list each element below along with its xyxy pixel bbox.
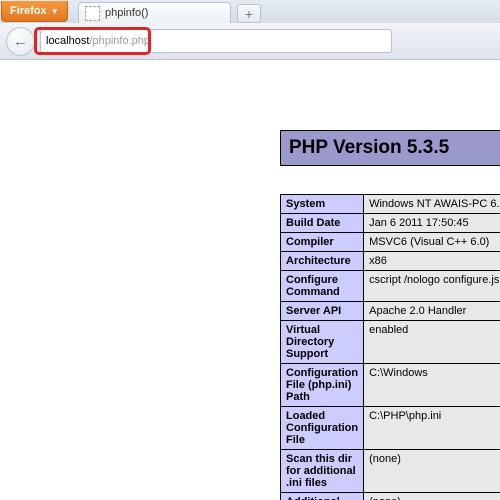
config-value: Apache 2.0 Handler bbox=[364, 302, 500, 321]
config-label: Loaded Configuration File bbox=[281, 407, 364, 450]
nav-row: ← localhost/phpinfo.php bbox=[0, 23, 500, 59]
config-label: Compiler bbox=[281, 233, 364, 252]
plus-icon: + bbox=[245, 7, 253, 21]
tab-phpinfo[interactable]: phpinfo() bbox=[78, 2, 231, 23]
phpinfo-table: SystemWindows NT AWAIS-PC 6.1 build 7601… bbox=[280, 194, 500, 500]
table-row: Additional .ini files parsed(none) bbox=[281, 493, 500, 500]
table-row: CompilerMSVC6 (Visual C++ 6.0) bbox=[281, 233, 500, 252]
tab-strip: phpinfo() + bbox=[0, 0, 500, 23]
config-label: Configuration File (php.ini) Path bbox=[281, 364, 364, 407]
table-row: Virtual Directory Supportenabled bbox=[281, 321, 500, 364]
config-value: Windows NT AWAIS-PC 6.1 build 7601 (Serv… bbox=[364, 195, 500, 214]
firefox-menu-label: Firefox bbox=[10, 5, 47, 17]
url-host: localhost bbox=[46, 35, 89, 47]
config-value: C:\Windows bbox=[364, 364, 500, 407]
config-value: C:\PHP\php.ini bbox=[364, 407, 500, 450]
url-path: /phpinfo.php bbox=[89, 35, 150, 47]
config-label: Virtual Directory Support bbox=[281, 321, 364, 364]
new-tab-button[interactable]: + bbox=[237, 4, 261, 23]
page-icon bbox=[85, 6, 100, 21]
phpinfo-panel: PHP Version 5.3.5 SystemWindows NT AWAIS… bbox=[280, 130, 500, 500]
back-button[interactable]: ← bbox=[6, 27, 35, 56]
table-row: Scan this dir for additional .ini files(… bbox=[281, 450, 500, 493]
firefox-menu-button[interactable]: Firefox ▼ bbox=[1, 1, 68, 22]
php-version-heading: PHP Version 5.3.5 bbox=[280, 130, 500, 166]
config-label: System bbox=[281, 195, 364, 214]
config-value: (none) bbox=[364, 493, 500, 500]
table-row: Loaded Configuration FileC:\PHP\php.ini bbox=[281, 407, 500, 450]
table-row: Build DateJan 6 2011 17:50:45 bbox=[281, 214, 500, 233]
table-row: Server APIApache 2.0 Handler bbox=[281, 302, 500, 321]
config-label: Additional .ini files parsed bbox=[281, 493, 364, 500]
config-label: Build Date bbox=[281, 214, 364, 233]
config-value: enabled bbox=[364, 321, 500, 364]
config-value: Jan 6 2011 17:50:45 bbox=[364, 214, 500, 233]
arrow-left-icon: ← bbox=[13, 33, 28, 50]
config-label: Scan this dir for additional .ini files bbox=[281, 450, 364, 493]
config-value: x86 bbox=[364, 252, 500, 271]
table-row: Configuration File (php.ini) PathC:\Wind… bbox=[281, 364, 500, 407]
config-label: Server API bbox=[281, 302, 364, 321]
browser-chrome: Firefox ▼ phpinfo() + ← localhost/phpinf… bbox=[0, 0, 500, 60]
url-bar[interactable]: localhost/phpinfo.php bbox=[40, 29, 392, 53]
page-content: PHP Version 5.3.5 SystemWindows NT AWAIS… bbox=[0, 60, 500, 500]
table-row: SystemWindows NT AWAIS-PC 6.1 build 7601… bbox=[281, 195, 500, 214]
config-label: Configure Command bbox=[281, 271, 364, 302]
chevron-down-icon: ▼ bbox=[51, 7, 59, 16]
config-value: cscript /nologo configure.js "--enable-s… bbox=[364, 271, 500, 302]
config-value: MSVC6 (Visual C++ 6.0) bbox=[364, 233, 500, 252]
tab-title: phpinfo() bbox=[105, 7, 148, 19]
config-value: (none) bbox=[364, 450, 500, 493]
table-row: Architecturex86 bbox=[281, 252, 500, 271]
config-label: Architecture bbox=[281, 252, 364, 271]
table-row: Configure Commandcscript /nologo configu… bbox=[281, 271, 500, 302]
